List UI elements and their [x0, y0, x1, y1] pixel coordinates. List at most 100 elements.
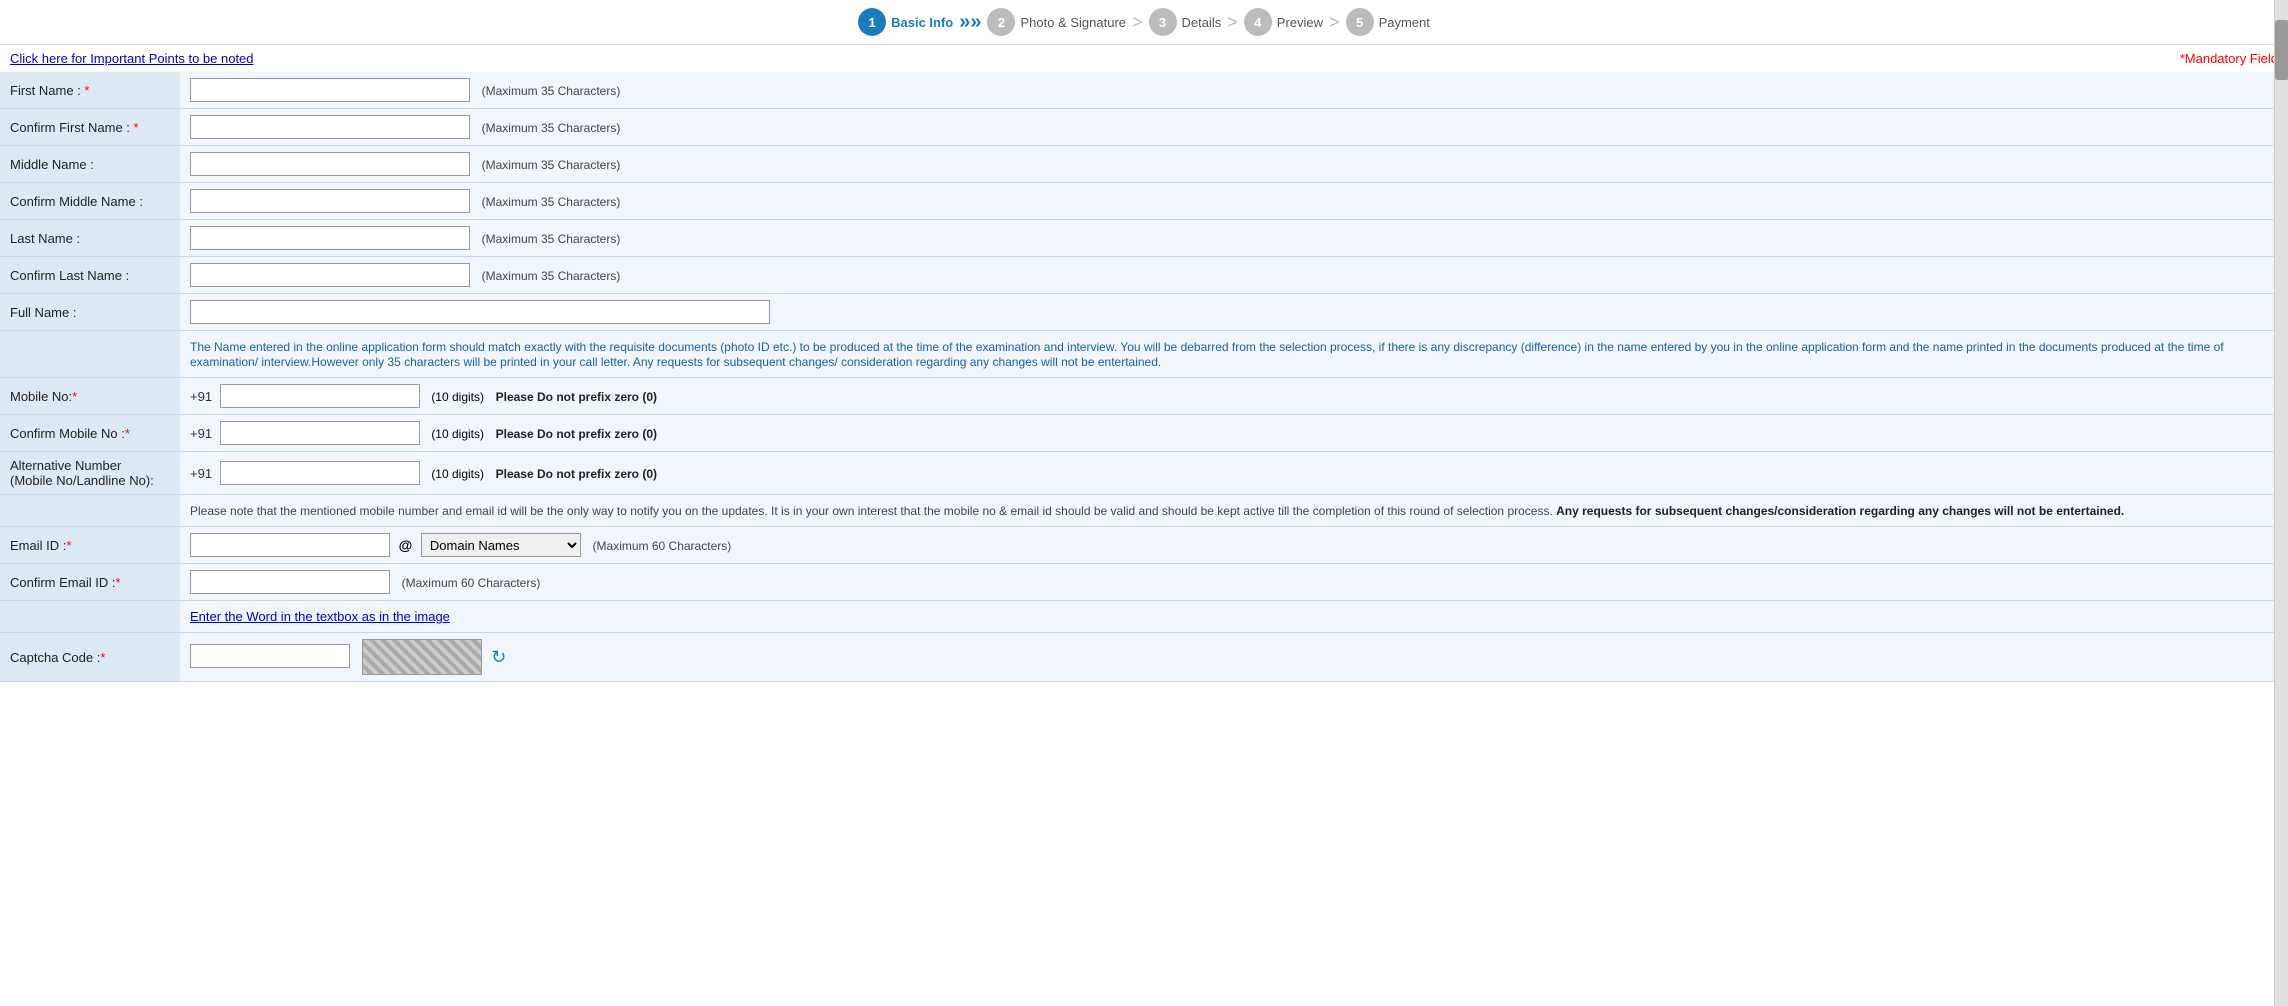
step-1[interactable]: 1 Basic Info	[858, 8, 953, 36]
step-2-circle: 2	[987, 8, 1015, 36]
confirm-last-name-input-cell: (Maximum 35 Characters)	[180, 257, 2288, 294]
last-name-label: Last Name :	[0, 220, 180, 257]
confirm-email-label: Confirm Email ID :*	[0, 564, 180, 601]
step-2-label: Photo & Signature	[1020, 15, 1126, 30]
step-4-circle: 4	[1244, 8, 1272, 36]
name-info-cell: The Name entered in the online applicati…	[180, 331, 2288, 378]
mobile-warn: Please Do not prefix zero (0)	[496, 390, 657, 404]
captcha-label-cell: Enter the Word in the textbox as in the …	[180, 601, 2288, 633]
middle-name-row: Middle Name : (Maximum 35 Characters)	[0, 146, 2288, 183]
scrollbar[interactable]	[2274, 0, 2288, 1006]
step-arrow-3: >	[1227, 12, 1238, 33]
scrollbar-thumb[interactable]	[2275, 20, 2288, 80]
alt-number-input[interactable]	[220, 461, 420, 485]
full-name-input-cell	[180, 294, 2288, 331]
alt-number-warn: Please Do not prefix zero (0)	[496, 467, 657, 481]
mobile-required: *	[72, 389, 77, 404]
first-name-label: First Name : *	[0, 72, 180, 109]
confirm-middle-name-input[interactable]	[190, 189, 470, 213]
email-hint: (Maximum 60 Characters)	[593, 539, 732, 553]
captcha-image	[362, 639, 482, 675]
top-bar: Click here for Important Points to be no…	[0, 45, 2288, 72]
step-5-circle: 5	[1346, 8, 1374, 36]
full-name-input[interactable]	[190, 300, 770, 324]
refresh-captcha-icon[interactable]: ↻	[491, 647, 506, 668]
confirm-middle-name-input-cell: (Maximum 35 Characters)	[180, 183, 2288, 220]
mobile-input-cell: +91 (10 digits) Please Do not prefix zer…	[180, 378, 2288, 415]
last-name-row: Last Name : (Maximum 35 Characters)	[0, 220, 2288, 257]
email-local-input[interactable]	[190, 533, 390, 557]
step-arrow-2: >	[1132, 12, 1143, 33]
alt-number-hint: (10 digits)	[431, 467, 484, 481]
captcha-label-row: Enter the Word in the textbox as in the …	[0, 601, 2288, 633]
email-label: Email ID :*	[0, 527, 180, 564]
mobile-input[interactable]	[220, 384, 420, 408]
last-name-input-cell: (Maximum 35 Characters)	[180, 220, 2288, 257]
confirm-mobile-warn: Please Do not prefix zero (0)	[496, 427, 657, 441]
last-name-hint: (Maximum 35 Characters)	[482, 232, 621, 246]
first-name-input-cell: (Maximum 35 Characters)	[180, 72, 2288, 109]
confirm-first-name-row: Confirm First Name : * (Maximum 35 Chara…	[0, 109, 2288, 146]
name-info-text: The Name entered in the online applicati…	[190, 340, 2224, 369]
confirm-mobile-input[interactable]	[220, 421, 420, 445]
captcha-field-label: Captcha Code :*	[0, 633, 180, 682]
confirm-mobile-label: Confirm Mobile No :*	[0, 415, 180, 452]
step-3[interactable]: 3 Details	[1149, 8, 1222, 36]
middle-name-hint: (Maximum 35 Characters)	[482, 158, 621, 172]
alt-number-label: Alternative Number(Mobile No/Landline No…	[0, 452, 180, 495]
confirm-mobile-hint: (10 digits)	[431, 427, 484, 441]
step-2[interactable]: 2 Photo & Signature	[987, 8, 1126, 36]
step-arrow-4: >	[1329, 12, 1340, 33]
first-name-input[interactable]	[190, 78, 470, 102]
confirm-email-hint: (Maximum 60 Characters)	[402, 576, 541, 590]
step-4[interactable]: 4 Preview	[1244, 8, 1323, 36]
mobile-prefix: +91	[190, 389, 212, 404]
confirm-email-input-cell: (Maximum 60 Characters)	[180, 564, 2288, 601]
confirm-mobile-input-cell: +91 (10 digits) Please Do not prefix zer…	[180, 415, 2288, 452]
confirm-last-name-row: Confirm Last Name : (Maximum 35 Characte…	[0, 257, 2288, 294]
captcha-input-row: Captcha Code :* ↻	[0, 633, 2288, 682]
email-input-cell: @ Domain Names gmail.com yahoo.com hotma…	[180, 527, 2288, 564]
confirm-first-name-input-cell: (Maximum 35 Characters)	[180, 109, 2288, 146]
confirm-email-input[interactable]	[190, 570, 390, 594]
captcha-input[interactable]	[190, 644, 350, 668]
email-required: *	[66, 538, 71, 553]
captcha-input-cell: ↻	[180, 633, 2288, 682]
confirm-first-name-hint: (Maximum 35 Characters)	[482, 121, 621, 135]
first-name-hint: (Maximum 35 Characters)	[482, 84, 621, 98]
confirm-email-required: *	[115, 575, 120, 590]
name-info-spacer	[0, 331, 180, 378]
step-arrow-1: »»	[959, 11, 981, 34]
step-4-label: Preview	[1277, 15, 1323, 30]
confirm-middle-name-label: Confirm Middle Name :	[0, 183, 180, 220]
alt-number-row: Alternative Number(Mobile No/Landline No…	[0, 452, 2288, 495]
captcha-label-spacer	[0, 601, 180, 633]
mobile-label: Mobile No:*	[0, 378, 180, 415]
mobile-note-spacer	[0, 495, 180, 527]
full-name-label: Full Name :	[0, 294, 180, 331]
confirm-last-name-input[interactable]	[190, 263, 470, 287]
confirm-middle-name-hint: (Maximum 35 Characters)	[482, 195, 621, 209]
alt-number-input-cell: +91 (10 digits) Please Do not prefix zer…	[180, 452, 2288, 495]
full-name-row: Full Name :	[0, 294, 2288, 331]
important-points-link[interactable]: Click here for Important Points to be no…	[10, 51, 254, 66]
middle-name-label: Middle Name :	[0, 146, 180, 183]
mobile-note-bold: Any requests for subsequent changes/cons…	[1556, 504, 2124, 518]
domain-select[interactable]: Domain Names gmail.com yahoo.com hotmail…	[421, 533, 581, 557]
confirm-first-name-label: Confirm First Name : *	[0, 109, 180, 146]
confirm-last-name-label: Confirm Last Name :	[0, 257, 180, 294]
email-row: Email ID :* @ Domain Names gmail.com yah…	[0, 527, 2288, 564]
mobile-row: Mobile No:* +91 (10 digits) Please Do no…	[0, 378, 2288, 415]
mobile-hint: (10 digits)	[431, 390, 484, 404]
step-5[interactable]: 5 Payment	[1346, 8, 1430, 36]
confirm-first-name-input[interactable]	[190, 115, 470, 139]
mobile-note-text: Please note that the mentioned mobile nu…	[190, 504, 2124, 518]
middle-name-input-cell: (Maximum 35 Characters)	[180, 146, 2288, 183]
basic-info-form: First Name : * (Maximum 35 Characters) C…	[0, 72, 2288, 682]
last-name-input[interactable]	[190, 226, 470, 250]
confirm-mobile-row: Confirm Mobile No :* +91 (10 digits) Ple…	[0, 415, 2288, 452]
first-name-row: First Name : * (Maximum 35 Characters)	[0, 72, 2288, 109]
mandatory-field-note: *Mandatory Field	[2180, 51, 2278, 66]
step-3-circle: 3	[1149, 8, 1177, 36]
middle-name-input[interactable]	[190, 152, 470, 176]
